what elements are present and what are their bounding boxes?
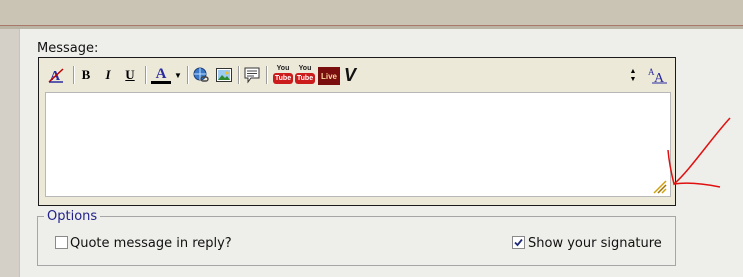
insert-image-button[interactable] [215,66,233,84]
message-editor: A B I U A ▼ [38,57,676,206]
toolbar-separator [266,66,268,84]
show-signature-label[interactable]: Show your signature [528,236,662,251]
font-color-dropdown[interactable]: ▼ [173,66,183,84]
toolbar-separator [187,66,189,84]
checkmark-icon [514,238,523,247]
youtube-hd-button[interactable]: You Tube [295,65,315,85]
italic-button[interactable]: I [99,66,117,84]
youtube-icon-bottom: Tube [273,73,293,84]
text-size-icon: A A [648,67,667,84]
options-legend: Options [44,209,101,224]
font-color-icon: A [155,65,167,82]
show-signature-checkbox[interactable] [512,236,525,249]
quote-icon [244,67,260,84]
globe-link-icon [193,67,209,82]
remove-format-icon: A [48,68,64,84]
youtube-icon-bottom: Tube [295,73,315,84]
message-label: Message: [37,41,99,56]
chevron-up-icon: ▲ [629,67,637,75]
toolbar-separator [73,66,75,84]
vimeo-button[interactable]: V [341,64,359,85]
resize-editor-button[interactable]: ▲ ▼ [627,66,639,84]
liveleak-button[interactable]: Live [318,67,340,85]
chevron-down-icon: ▼ [629,75,637,83]
font-color-swatch [151,80,171,84]
editor-toolbar: A B I U A ▼ [39,58,675,91]
top-bar [0,0,743,26]
insert-quote-button[interactable] [243,66,261,84]
toolbar-separator [238,66,240,84]
chevron-down-icon: ▼ [174,70,182,80]
switch-editor-mode-button[interactable]: A A [647,66,669,84]
toolbar-separator [145,66,147,84]
message-textarea[interactable] [45,92,671,197]
insert-link-button[interactable] [192,66,210,84]
font-color-button[interactable]: A [149,66,173,84]
vimeo-icon: V [343,64,356,85]
image-icon [216,68,232,82]
red-annotation-arrow [667,117,731,188]
svg-text:A: A [654,71,665,84]
liveleak-icon: Live [320,71,337,81]
remove-format-button[interactable]: A [47,66,65,84]
youtube-button[interactable]: You Tube [273,65,293,85]
quote-message-label[interactable]: Quote message in reply? [70,236,232,251]
youtube-icon-top: You [298,65,312,72]
quote-message-checkbox[interactable] [55,236,68,249]
underline-button[interactable]: U [121,66,139,84]
bold-button[interactable]: B [77,66,95,84]
youtube-icon-top: You [276,65,290,72]
